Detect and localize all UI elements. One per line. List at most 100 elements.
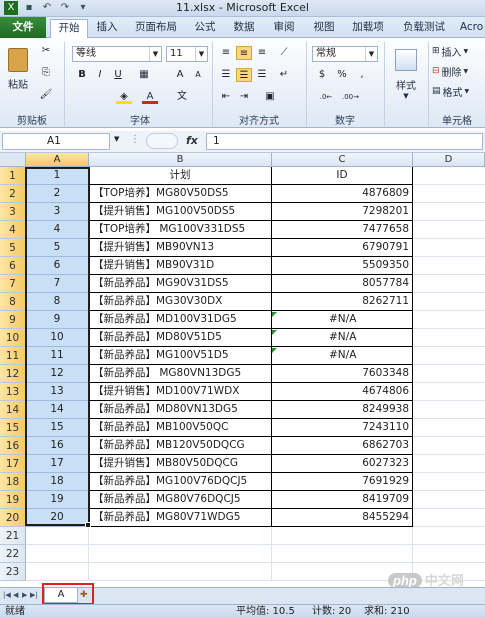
formula-input[interactable]: 1 (206, 133, 483, 150)
cell-c[interactable]: 7603348 (272, 365, 413, 383)
cell-c[interactable]: 7243110 (272, 419, 413, 437)
row-header[interactable]: 16 (0, 437, 26, 455)
cell-b[interactable]: 【提升销售】MB90VN13 (89, 239, 272, 257)
cell-b[interactable]: 【新品养品】MG100V76DQCJ5 (89, 473, 272, 491)
decrease-indent-icon[interactable]: ⇤ (218, 90, 234, 104)
cell-b[interactable]: 【新品养品】MG90V31DS5 (89, 275, 272, 293)
cell-a[interactable]: 15 (26, 419, 89, 437)
fill-handle[interactable] (85, 522, 91, 528)
cell-b[interactable]: 【新品养品】MG30V30DX (89, 293, 272, 311)
cell-c[interactable]: 8419709 (272, 491, 413, 509)
cell-b[interactable]: 【新品养品】MB100V50QC (89, 419, 272, 437)
tab-page-layout[interactable]: 页面布局 (130, 19, 182, 38)
cell-a[interactable]: 20 (26, 509, 89, 527)
cell-c[interactable]: 6862703 (272, 437, 413, 455)
cell-b[interactable]: 【新品养品】MB120V50DQCG (89, 437, 272, 455)
tab-acrobat[interactable]: Acro (458, 19, 485, 38)
cell-a[interactable]: 9 (26, 311, 89, 329)
row-header[interactable]: 17 (0, 455, 26, 473)
row-header[interactable]: 14 (0, 401, 26, 419)
shrink-font-icon[interactable]: A (190, 68, 206, 82)
merge-center-icon[interactable]: ▣ (262, 90, 278, 104)
row-header[interactable]: 4 (0, 221, 26, 239)
cell-a[interactable]: 19 (26, 491, 89, 509)
cell-b[interactable]: 【TOP培养】MG80V50DS5 (89, 185, 272, 203)
font-color-icon[interactable]: A (142, 90, 158, 104)
row-header[interactable]: 9 (0, 311, 26, 329)
underline-icon[interactable]: U (110, 68, 126, 82)
tab-data[interactable]: 数据 (229, 19, 259, 38)
cell-c[interactable]: 8057784 (272, 275, 413, 293)
name-box-dropdown-icon[interactable]: ▼ (114, 135, 119, 143)
cell-a[interactable]: 2 (26, 185, 89, 203)
align-right-icon[interactable]: ☰ (254, 68, 270, 82)
cell-c[interactable]: 6790791 (272, 239, 413, 257)
cell-b[interactable]: 【提升销售】MD100V71WDX (89, 383, 272, 401)
cell-c[interactable]: 7477658 (272, 221, 413, 239)
cell-c[interactable]: 7691929 (272, 473, 413, 491)
column-header-b[interactable]: B (89, 153, 272, 167)
orientation-icon[interactable]: ⟋ (276, 46, 292, 60)
row-header[interactable]: 21 (0, 527, 26, 545)
row-header[interactable]: 18 (0, 473, 26, 491)
row-header[interactable]: 5 (0, 239, 26, 257)
tab-review[interactable]: 审阅 (269, 19, 299, 38)
expand-icon[interactable] (146, 133, 178, 149)
new-sheet-icon[interactable]: ✚ (80, 590, 92, 601)
cell-b[interactable]: 【新品养品】MG80V71WDG5 (89, 509, 272, 527)
row-header[interactable]: 22 (0, 545, 26, 563)
tab-formulas[interactable]: 公式 (190, 19, 220, 38)
border-icon[interactable]: ▦ (136, 68, 152, 82)
cell-b[interactable]: 【提升销售】MG100V50DS5 (89, 203, 272, 221)
copy-icon[interactable]: ⎘ (38, 66, 54, 80)
row-header[interactable]: 19 (0, 491, 26, 509)
cell-a[interactable]: 11 (26, 347, 89, 365)
sheet-tab-a[interactable]: A (44, 588, 78, 603)
cell-b[interactable]: 【新品养品】MG100V51D5 (89, 347, 272, 365)
cell-a[interactable]: 8 (26, 293, 89, 311)
align-bottom-icon[interactable]: ≡ (254, 46, 270, 60)
name-box[interactable]: A1 (2, 133, 110, 150)
cell-c[interactable]: #N/A (272, 347, 413, 365)
font-name-combo[interactable]: 等线 ▼ (72, 46, 162, 62)
row-header[interactable]: 11 (0, 347, 26, 365)
grow-font-icon[interactable]: A (172, 68, 188, 82)
tab-view[interactable]: 视图 (309, 19, 339, 38)
row-header[interactable]: 10 (0, 329, 26, 347)
first-sheet-icon[interactable]: |◀ (3, 591, 11, 599)
cell-c[interactable]: 7298201 (272, 203, 413, 221)
align-center-icon[interactable]: ☰ (236, 68, 252, 82)
cell-b[interactable]: 【新品养品】MD80V51D5 (89, 329, 272, 347)
row-header[interactable]: 2 (0, 185, 26, 203)
row-header[interactable]: 15 (0, 419, 26, 437)
cell-a[interactable]: 3 (26, 203, 89, 221)
wrap-text-icon[interactable]: ↵ (276, 68, 292, 82)
cell-c1[interactable]: ID (272, 167, 413, 185)
row-header[interactable]: 6 (0, 257, 26, 275)
cell-c[interactable]: 8249938 (272, 401, 413, 419)
cell-b[interactable]: 【新品养品】 MG80VN13DG5 (89, 365, 272, 383)
align-middle-icon[interactable]: ≡ (236, 46, 252, 60)
cell-a[interactable]: 18 (26, 473, 89, 491)
cell-b[interactable]: 【TOP培养】 MG100V331DS5 (89, 221, 272, 239)
cell-a[interactable]: 10 (26, 329, 89, 347)
cell-c[interactable]: #N/A (272, 311, 413, 329)
tab-addins[interactable]: 加载项 (348, 19, 388, 38)
cell-a[interactable]: 13 (26, 383, 89, 401)
currency-icon[interactable]: $ (314, 68, 330, 82)
cell-b[interactable]: 【新品养品】MG80V76DQCJ5 (89, 491, 272, 509)
styles-button[interactable]: 样式 ▼ (388, 44, 424, 104)
cell-c[interactable]: 8262711 (272, 293, 413, 311)
cell-c[interactable]: #N/A (272, 329, 413, 347)
comma-style-icon[interactable]: , (354, 68, 370, 82)
format-painter-icon[interactable]: 🖌 (38, 88, 54, 102)
last-sheet-icon[interactable]: ▶| (30, 591, 38, 599)
cell-c[interactable]: 4674806 (272, 383, 413, 401)
decrease-decimal-icon[interactable]: .00→ (342, 90, 359, 104)
tab-insert[interactable]: 插入 (92, 19, 122, 38)
cut-icon[interactable]: ✂ (38, 44, 54, 58)
worksheet-grid[interactable]: A B C D 1 1 计划 ID 2 2 【TOP培养】MG80V50DS5 487… (0, 153, 485, 587)
tab-home[interactable]: 开始 (50, 19, 88, 39)
fill-color-icon[interactable]: ◈ (116, 90, 132, 104)
cell-a[interactable]: 12 (26, 365, 89, 383)
